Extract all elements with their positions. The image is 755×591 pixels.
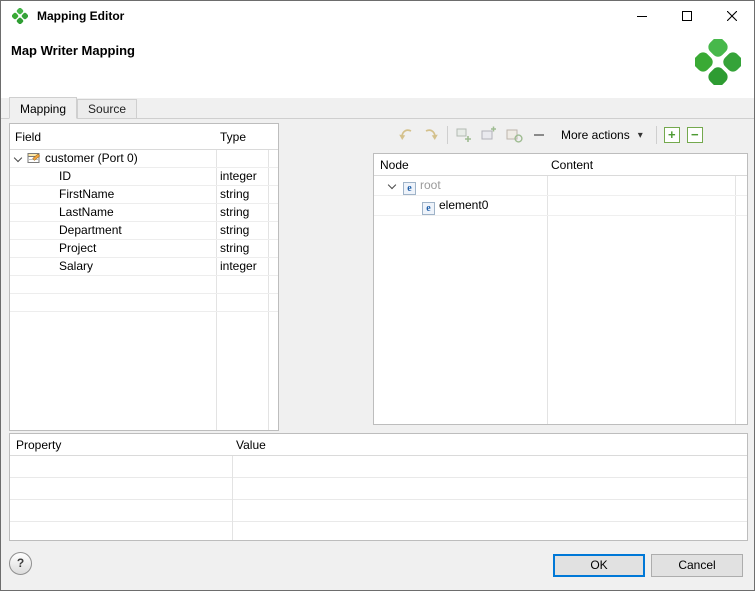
- content-column-header: Content: [551, 158, 594, 172]
- field-group-row[interactable]: customer (Port 0): [10, 150, 278, 168]
- remove-icon[interactable]: [530, 126, 548, 144]
- map-right-arrow-icon[interactable]: [422, 126, 440, 144]
- titlebar: Mapping Editor: [1, 1, 754, 31]
- element-icon: e: [422, 202, 435, 215]
- dropdown-arrow-icon: ▾: [637, 129, 643, 141]
- empty-row: [10, 500, 747, 522]
- field-row[interactable]: ID integer: [10, 168, 278, 186]
- window-controls: [619, 1, 754, 31]
- field-name: Department: [59, 223, 122, 237]
- node-column-header: Node: [380, 158, 409, 172]
- tab-source[interactable]: Source: [77, 99, 138, 118]
- element-icon: e: [403, 182, 416, 195]
- dialog-heading: Map Writer Mapping: [11, 43, 135, 58]
- field-row[interactable]: FirstName string: [10, 186, 278, 204]
- cancel-button[interactable]: Cancel: [651, 554, 743, 577]
- expand-all-button[interactable]: +: [663, 127, 680, 143]
- minimize-button[interactable]: [619, 1, 664, 31]
- tree-expander-icon[interactable]: [387, 180, 397, 190]
- field-row[interactable]: LastName string: [10, 204, 278, 222]
- node-row-root[interactable]: e root: [374, 176, 747, 196]
- toolbar-separator: [447, 126, 448, 144]
- dialog-header: Map Writer Mapping: [1, 31, 754, 98]
- more-actions-button[interactable]: More actions ▾: [555, 125, 649, 145]
- field-type: integer: [220, 259, 257, 273]
- empty-row: [10, 294, 278, 312]
- mapping-editor-dialog: Mapping Editor Map Writer Mapping Mappin…: [0, 0, 755, 591]
- mapping-toolbar: More actions ▾ + −: [373, 121, 748, 149]
- help-button[interactable]: ?: [9, 552, 32, 575]
- property-column-header: Property: [16, 438, 62, 452]
- field-name: ID: [59, 169, 71, 183]
- field-type: string: [220, 223, 250, 237]
- tab-mapping[interactable]: Mapping: [9, 97, 78, 119]
- field-row[interactable]: Project string: [10, 240, 278, 258]
- tree-expander-icon[interactable]: [13, 153, 23, 163]
- field-row[interactable]: Department string: [10, 222, 278, 240]
- collapse-all-button[interactable]: −: [686, 127, 703, 143]
- field-type: string: [220, 241, 250, 255]
- tab-bar: Mapping Source: [1, 97, 754, 119]
- add-child-element-icon[interactable]: [455, 126, 473, 144]
- field-name: FirstName: [59, 187, 115, 201]
- node-table-header: Node Content: [374, 154, 747, 176]
- toolbar-separator: [655, 126, 657, 144]
- metadata-record-icon: [27, 151, 41, 165]
- app-clover-icon: [11, 7, 29, 25]
- node-table: Node Content e root e element0: [373, 153, 748, 425]
- field-name: LastName: [59, 205, 114, 219]
- node-label: element0: [439, 198, 489, 212]
- maximize-button[interactable]: [664, 1, 709, 31]
- node-row-element0[interactable]: e element0: [374, 196, 747, 216]
- property-table: Property Value: [9, 433, 748, 541]
- value-column-header: Value: [236, 438, 266, 452]
- field-type: string: [220, 187, 250, 201]
- add-attribute-icon[interactable]: [505, 126, 523, 144]
- ok-button[interactable]: OK: [553, 554, 645, 577]
- empty-row: [10, 456, 747, 478]
- field-group-label: customer (Port 0): [45, 151, 138, 165]
- field-name: Project: [59, 241, 97, 255]
- node-label: root: [420, 178, 441, 192]
- empty-row: [10, 276, 278, 294]
- map-left-arrow-icon[interactable]: [397, 126, 415, 144]
- property-table-header: Property Value: [10, 434, 747, 456]
- field-name: Salary: [59, 259, 94, 273]
- empty-row: [10, 478, 747, 500]
- field-table: Field Type customer (Port 0) ID integer …: [9, 123, 279, 431]
- add-element-icon[interactable]: [480, 126, 498, 144]
- close-button[interactable]: [709, 1, 754, 31]
- field-column-header: Field: [15, 130, 42, 144]
- clover-logo-icon: [693, 37, 743, 87]
- field-row[interactable]: Salary integer: [10, 258, 278, 276]
- type-column-header: Type: [220, 130, 247, 144]
- field-table-header: Field Type: [10, 124, 278, 150]
- field-type: string: [220, 205, 250, 219]
- more-actions-label: More actions: [561, 128, 630, 142]
- field-type: integer: [220, 169, 257, 183]
- window-title: Mapping Editor: [37, 9, 125, 23]
